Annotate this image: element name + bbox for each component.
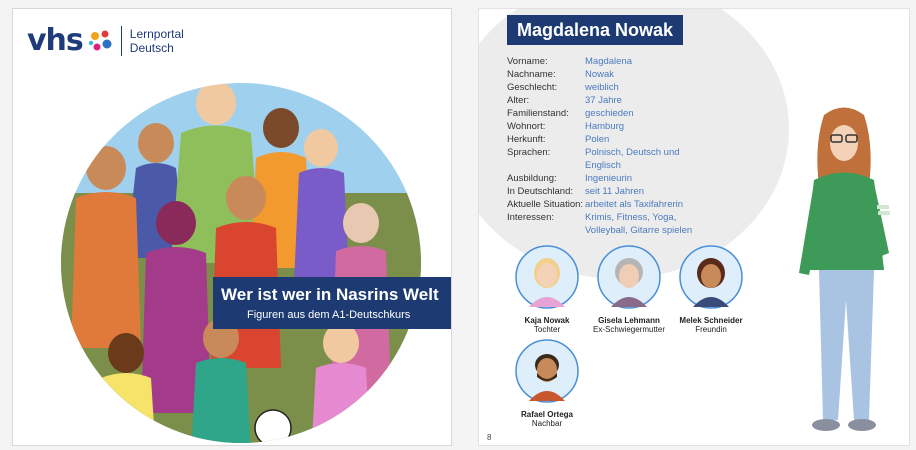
detail-label: In Deutschland: xyxy=(507,186,574,197)
logo-line-2: Deutsch xyxy=(129,40,174,55)
logo-dots-icon xyxy=(87,27,115,55)
detail-label: Sprachen: xyxy=(507,147,551,158)
vhs-logo: vhs Lernportal Deutsch xyxy=(27,23,184,58)
logo-divider xyxy=(120,25,122,56)
relation-role: Nachbar xyxy=(531,419,563,428)
detail-row: Sprachen: Polnisch, Deutsch und Englisch xyxy=(507,146,717,172)
detail-value: Krimis, Fitness, Yoga, Volleyball, Gitar… xyxy=(585,212,693,236)
detail-row: In Deutschland: seit 11 Jahren xyxy=(507,185,717,198)
avatar xyxy=(679,245,743,309)
detail-row: Familienstand: geschieden xyxy=(507,107,717,120)
profile-name: Magdalena Nowak xyxy=(507,15,684,45)
detail-row: Herkunft: Polen xyxy=(507,133,717,146)
relation-name: Melek Schneider xyxy=(679,316,743,325)
avatar xyxy=(515,339,579,403)
relation-name: Kaja Nowak xyxy=(524,316,570,325)
relation-role: Ex-Schwiegermutter xyxy=(592,325,666,334)
document-spread: vhs Lernportal Deutsch Wer ist wer in Na… xyxy=(0,0,916,450)
relation-kaja: Kaja Nowak Tochter xyxy=(505,245,589,334)
detail-value: weiblich xyxy=(585,82,619,93)
detail-row: Aktuelle Situation: arbeitet als Taxifahr… xyxy=(507,198,717,211)
detail-row: Vorname: Magdalena xyxy=(507,55,717,68)
relation-role: Tochter xyxy=(533,325,561,334)
cover-title: Wer ist wer in Nasrins Welt xyxy=(221,285,439,304)
character-illustration xyxy=(799,107,890,431)
detail-label: Interessen: xyxy=(507,212,554,223)
relation-melek: Melek Schneider Freundin xyxy=(669,245,753,334)
detail-value: Hamburg xyxy=(585,121,625,132)
detail-value: Polen xyxy=(585,134,610,145)
relation-name: Rafael Ortega xyxy=(520,410,574,419)
detail-label: Nachname: xyxy=(507,69,556,80)
cover-illustration xyxy=(61,83,421,443)
detail-row: Interessen: Krimis, Fitness, Yoga, Volley… xyxy=(507,211,717,237)
detail-value: Ingenieurin xyxy=(585,173,633,184)
detail-label: Herkunft: xyxy=(507,134,546,145)
detail-label: Aktuelle Situation: xyxy=(507,199,584,210)
detail-value: arbeitet als Taxifahrerin xyxy=(585,199,684,210)
detail-label: Geschlecht: xyxy=(507,82,558,93)
profile-page: Magdalena Nowak Vorname: Magdalena Nachna… xyxy=(478,8,910,446)
detail-value: seit 11 Jahren xyxy=(585,186,644,197)
cover-page: vhs Lernportal Deutsch Wer ist wer in Na… xyxy=(12,8,452,446)
detail-label: Vorname: xyxy=(507,56,548,67)
logo-wordmark: vhs xyxy=(27,23,84,58)
detail-value: Polnisch, Deutsch und Englisch xyxy=(585,147,680,171)
page-number: 8 xyxy=(487,433,492,442)
cover-subtitle: Figuren aus dem A1-Deutschkurs xyxy=(247,309,411,321)
relation-role: Freundin xyxy=(695,325,727,334)
detail-value: Nowak xyxy=(585,69,615,80)
detail-value: 37 Jahre xyxy=(585,95,622,106)
logo-text: Lernportal Deutsch xyxy=(130,27,184,55)
relation-rafael: Rafael Ortega Nachbar xyxy=(505,339,589,428)
logo-line-1: Lernportal xyxy=(129,26,184,41)
detail-value: Magdalena xyxy=(585,56,633,67)
detail-value: geschieden xyxy=(585,108,634,119)
detail-row: Nachname: Nowak xyxy=(507,68,717,81)
profile-details: Vorname: Magdalena Nachname: Nowak Geschle… xyxy=(507,55,717,237)
detail-label: Familienstand: xyxy=(507,108,569,119)
detail-row: Alter: 37 Jahre xyxy=(507,94,717,107)
detail-label: Ausbildung: xyxy=(507,173,557,184)
detail-row: Wohnort: Hamburg xyxy=(507,120,717,133)
avatar xyxy=(515,245,579,309)
relation-gisela: Gisela Lehmann Ex-Schwiegermutter xyxy=(587,245,671,334)
detail-row: Geschlecht: weiblich xyxy=(507,81,717,94)
cover-title-box: Wer ist wer in Nasrins Welt Figuren aus … xyxy=(213,277,451,329)
detail-label: Wohnort: xyxy=(507,121,546,132)
relation-name: Gisela Lehmann xyxy=(598,316,660,325)
relations-grid: Kaja Nowak Tochter Gisela Lehmann Ex-Sch… xyxy=(497,245,757,435)
detail-label: Alter: xyxy=(507,95,530,106)
detail-row: Ausbildung: Ingenieurin xyxy=(507,172,717,185)
avatar xyxy=(597,245,661,309)
